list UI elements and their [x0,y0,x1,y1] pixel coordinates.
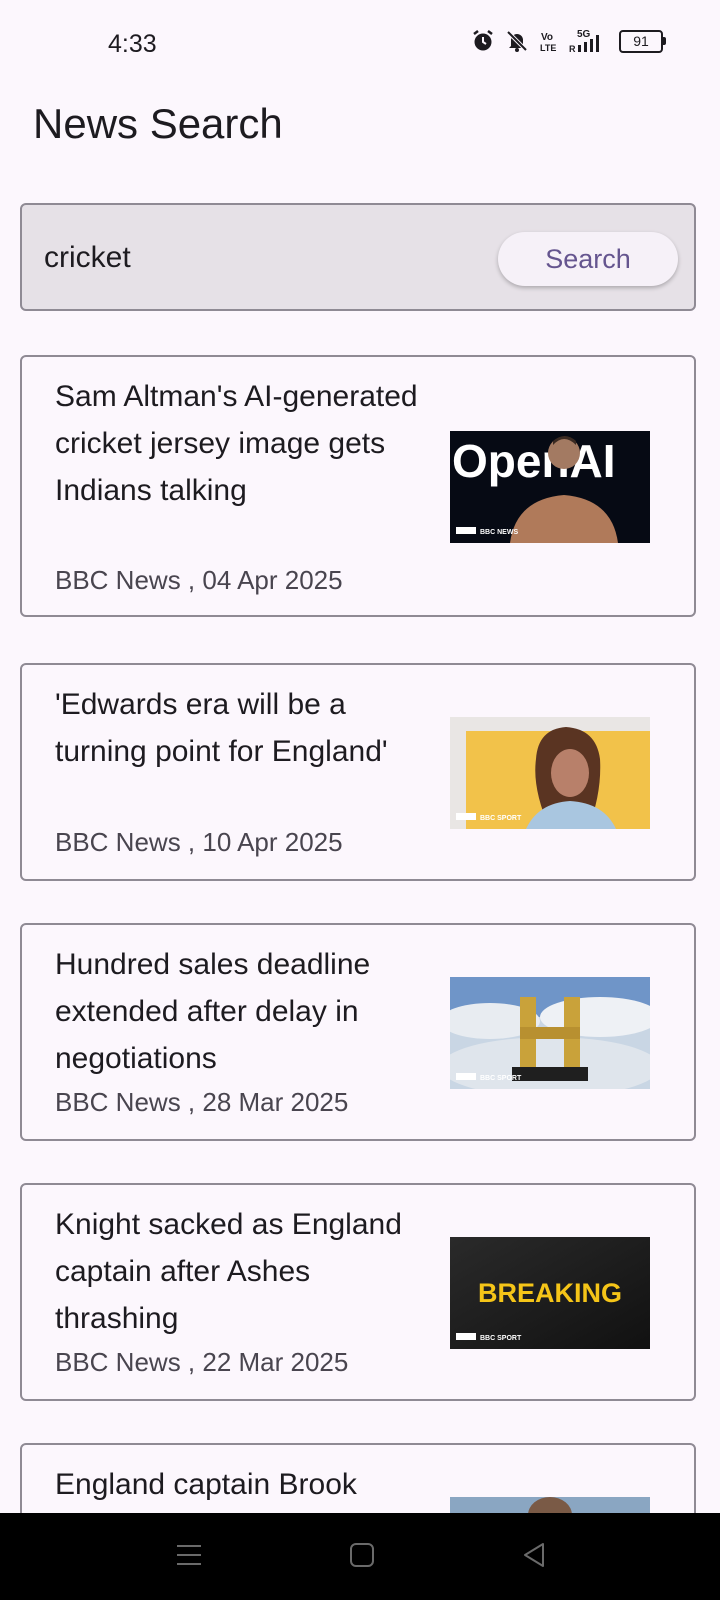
news-card[interactable]: England captain Brook [20,1443,696,1513]
news-thumbnail: OpenAI BBC NEWS [450,431,650,543]
news-thumbnail: BREAKING BBC SPORT [450,1237,650,1349]
news-meta: BBC News , 28 Mar 2025 [55,1087,349,1117]
news-title: 'Edwards era will be a turning point for… [55,688,388,768]
search-input[interactable] [44,233,464,283]
news-thumbnail [450,1497,650,1513]
svg-text:Vo: Vo [541,32,553,43]
thumb-badge: BBC SPORT [480,1075,522,1082]
thumb-badge: BBC SPORT [480,1335,522,1342]
menu-icon[interactable] [176,1542,202,1568]
svg-text:R: R [569,44,576,54]
svg-text:LTE: LTE [540,43,556,53]
thumb-badge: BBC SPORT [480,815,522,822]
status-time: 4:33 [108,30,157,58]
search-button[interactable]: Search [498,232,678,286]
thumb-badge: BBC NEWS [480,529,518,536]
thumb-breaking-text: BREAKING [478,1278,622,1308]
news-meta: BBC News , 22 Mar 2025 [55,1347,349,1377]
battery-icon: 91 [619,29,666,53]
thumb-openai-text: OpenAI [452,435,616,487]
news-meta: BBC News , 04 Apr 2025 [55,565,343,595]
news-thumbnail: BBC SPORT [450,977,650,1089]
news-card[interactable]: 'Edwards era will be a turning point for… [20,663,696,881]
back-icon[interactable] [521,1542,547,1568]
news-card[interactable]: Hundred sales deadline extended after de… [20,923,696,1141]
news-card[interactable]: Knight sacked as England captain after A… [20,1183,696,1401]
news-title: Knight sacked as England captain after A… [55,1208,402,1335]
volte-icon: Vo LTE [539,29,559,53]
status-icons: Vo LTE 5G R 91 [471,28,666,54]
news-title: Hundred sales deadline extended after de… [55,948,371,1075]
news-thumbnail: BBC SPORT [450,717,650,829]
signal-icon: 5G R [569,28,609,54]
page-title: News Search [33,100,283,147]
network-label: 5G [577,29,591,40]
news-title: England captain Brook [55,1468,357,1501]
news-title: Sam Altman's AI-generated cricket jersey… [55,380,418,507]
bell-off-icon [505,29,529,53]
news-card[interactable]: Sam Altman's AI-generated cricket jersey… [20,355,696,617]
search-bar: Search [20,203,696,311]
status-bar: 4:33 Vo LTE 5G R 91 [0,0,720,92]
news-meta: BBC News , 10 Apr 2025 [55,827,343,857]
battery-level: 91 [619,29,663,53]
home-icon[interactable] [349,1542,375,1568]
navigation-bar [0,1513,720,1600]
alarm-icon [471,29,495,53]
results-list[interactable]: Sam Altman's AI-generated cricket jersey… [20,355,696,1513]
